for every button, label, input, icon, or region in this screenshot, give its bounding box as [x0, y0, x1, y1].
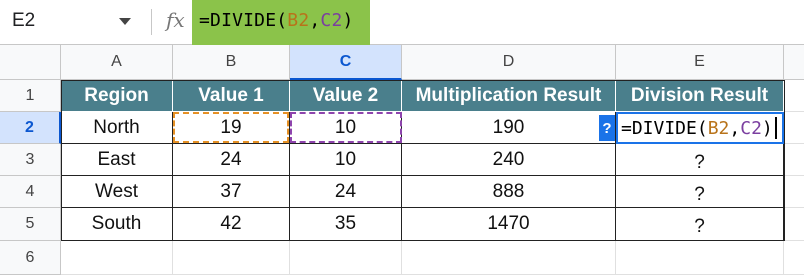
cell-f3[interactable] — [784, 144, 804, 176]
table-header-multiplication[interactable]: Multiplication Result — [402, 80, 616, 112]
cell-d2[interactable]: 190 — [402, 112, 616, 144]
cell-e2-editor[interactable]: =DIVIDE(B2, C2) — [616, 112, 784, 144]
row-header-5[interactable]: 5 — [0, 208, 61, 241]
row-header-1[interactable]: 1 — [0, 80, 61, 112]
reference-highlight-b2 — [173, 112, 289, 143]
table-header-division[interactable]: Division Result — [616, 80, 784, 112]
cell-e6[interactable] — [616, 241, 784, 275]
cell-c3[interactable]: 10 — [290, 144, 402, 176]
name-box[interactable]: E2 — [12, 10, 35, 32]
formula-separator: , — [309, 10, 321, 31]
formula-prefix: =DIVIDE( — [199, 10, 288, 31]
column-header-e[interactable]: E — [616, 45, 784, 80]
formula-ref-c2: C2 — [320, 10, 343, 31]
formula-help-icon[interactable]: ? — [599, 115, 615, 141]
column-header-f-partial[interactable] — [784, 45, 804, 80]
fx-icon[interactable]: fx — [166, 8, 185, 32]
table-header-value2[interactable]: Value 2 — [290, 80, 402, 112]
cell-a5[interactable]: South — [61, 208, 173, 241]
cell-a6[interactable] — [61, 241, 173, 275]
formula-suffix: ) — [342, 10, 354, 31]
row-header-4[interactable]: 4 — [0, 176, 61, 208]
formula-ref-b2: B2 — [287, 10, 310, 31]
row-header-6[interactable]: 6 — [0, 241, 61, 275]
cell-e5[interactable]: ? — [616, 208, 784, 241]
column-header-a[interactable]: A — [61, 45, 173, 80]
edit-prefix: =DIVIDE( — [621, 117, 708, 139]
cell-f2[interactable] — [784, 112, 804, 144]
text-caret — [774, 117, 777, 139]
cell-a2[interactable]: North — [61, 112, 173, 144]
table-header-region[interactable]: Region — [61, 80, 173, 112]
cell-d5[interactable]: 1470 — [402, 208, 616, 241]
formula-input[interactable]: =DIVIDE(B2,C2) — [199, 10, 354, 31]
cell-f1[interactable] — [784, 80, 804, 112]
cell-b5[interactable]: 42 — [173, 208, 290, 241]
cell-e4[interactable]: ? — [616, 176, 784, 208]
column-header-c[interactable]: C — [290, 45, 402, 80]
formula-bar-divider — [151, 9, 152, 35]
cell-a3[interactable]: East — [61, 144, 173, 176]
select-all-corner[interactable] — [0, 45, 61, 80]
cell-d6[interactable] — [402, 241, 616, 275]
formula-bar: E2 fx =DIVIDE(B2,C2) — [0, 0, 804, 45]
cell-d3[interactable]: 240 — [402, 144, 616, 176]
cell-f4[interactable] — [784, 176, 804, 208]
reference-highlight-c2 — [290, 112, 402, 143]
name-box-dropdown-icon[interactable] — [119, 18, 131, 25]
edit-suffix: ) — [761, 117, 773, 139]
cell-b3[interactable]: 24 — [173, 144, 290, 176]
cell-b4[interactable]: 37 — [173, 176, 290, 208]
table-header-value1[interactable]: Value 1 — [173, 80, 290, 112]
edit-ref-b2: B2 — [707, 117, 730, 139]
cell-a4[interactable]: West — [61, 176, 173, 208]
row-header-3[interactable]: 3 — [0, 144, 61, 176]
cell-f5[interactable] — [784, 208, 804, 241]
cell-f6[interactable] — [784, 241, 804, 275]
cell-d4[interactable]: 888 — [402, 176, 616, 208]
cell-b6[interactable] — [173, 241, 290, 275]
cell-c6[interactable] — [290, 241, 402, 275]
edit-ref-c2: C2 — [740, 117, 762, 139]
edit-separator: , — [729, 117, 741, 139]
row-header-2[interactable]: 2 — [0, 112, 61, 144]
cell-e3[interactable]: ? — [616, 144, 784, 176]
cell-c5[interactable]: 35 — [290, 208, 402, 241]
column-header-b[interactable]: B — [173, 45, 290, 80]
column-header-d[interactable]: D — [402, 45, 616, 80]
cell-c4[interactable]: 24 — [290, 176, 402, 208]
